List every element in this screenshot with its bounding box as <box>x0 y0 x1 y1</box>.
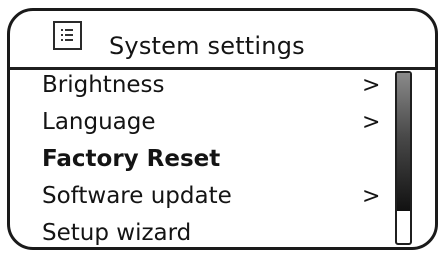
menu-item-software-update[interactable]: Software update > <box>10 178 390 215</box>
scrollbar-thumb[interactable] <box>397 73 410 211</box>
header: System settings <box>10 11 435 70</box>
menu-item-factory-reset[interactable]: Factory Reset <box>10 141 390 178</box>
submenu-arrow-icon: > <box>362 73 381 98</box>
menu-item-label: Factory Reset <box>42 146 221 172</box>
menu-item-language[interactable]: Language > <box>10 104 390 141</box>
page-title: System settings <box>109 32 305 60</box>
submenu-arrow-icon: > <box>362 184 381 209</box>
display-screen: System settings Brightness > Language > … <box>7 8 438 250</box>
menu-item-brightness[interactable]: Brightness > <box>10 67 390 104</box>
menu-item-setup-wizard[interactable]: Setup wizard <box>10 215 390 247</box>
menu-item-label: Brightness <box>42 72 165 98</box>
menu-item-label: Software update <box>42 183 232 209</box>
menu-item-label: Language <box>42 109 156 135</box>
list-icon <box>53 21 82 50</box>
scrollbar[interactable] <box>395 71 412 245</box>
menu-item-label: Setup wizard <box>42 220 192 246</box>
submenu-arrow-icon: > <box>362 110 381 135</box>
